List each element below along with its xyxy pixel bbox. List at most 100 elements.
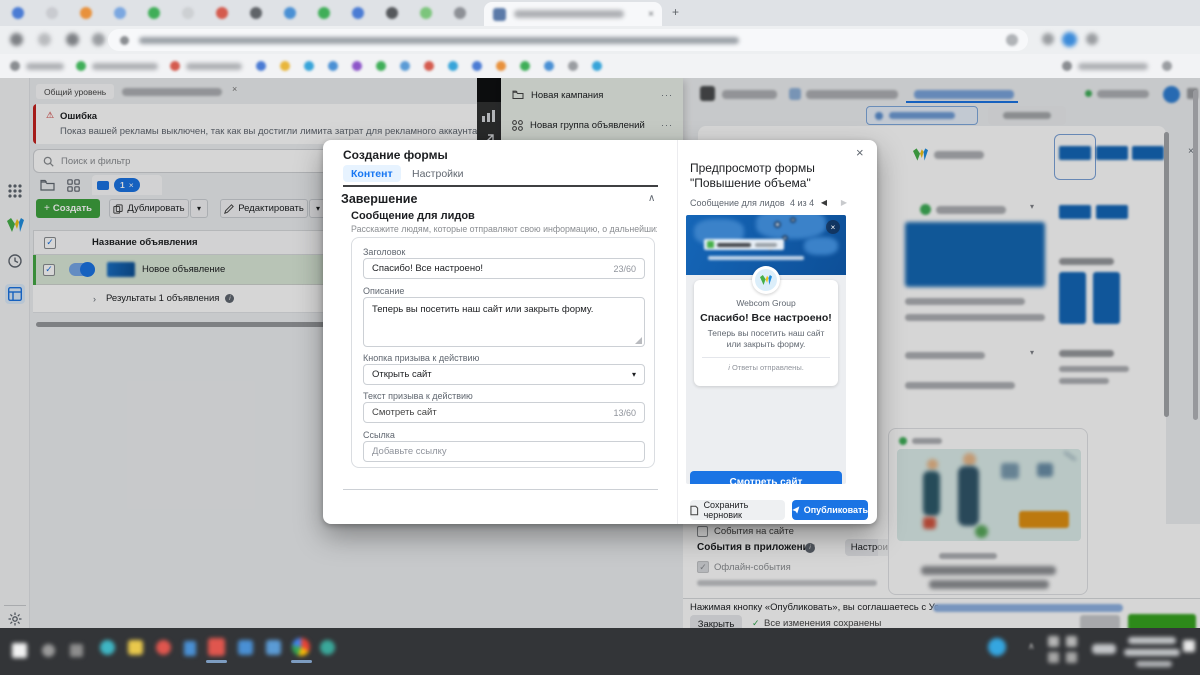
taskbar-chrome-icon-active[interactable] <box>292 638 310 656</box>
tray-language-blurred[interactable] <box>1092 644 1116 654</box>
tray-icon[interactable] <box>1048 636 1059 647</box>
bookmark-favicon[interactable] <box>1062 61 1072 71</box>
browser-tab[interactable] <box>114 7 126 19</box>
taskbar-app-icon[interactable] <box>184 641 196 656</box>
bookmark-star-icon[interactable] <box>1006 34 1018 46</box>
tray-icon[interactable] <box>1066 636 1077 647</box>
taskbar-app-icon[interactable] <box>156 640 171 655</box>
card-divider <box>702 357 830 358</box>
taskbar-app-icon[interactable] <box>128 640 143 655</box>
save-draft-button[interactable]: Сохранить черновик <box>690 500 785 520</box>
tray-telegram-icon[interactable] <box>988 638 1006 656</box>
browser-tab[interactable] <box>80 7 92 19</box>
bookmark-label-blurred[interactable] <box>92 63 158 70</box>
browser-tab[interactable] <box>454 7 466 19</box>
task-view-icon[interactable] <box>70 644 83 657</box>
action-center-icon[interactable] <box>1183 640 1195 652</box>
menu-kebab-icon[interactable] <box>1086 33 1098 45</box>
preview-prev-button[interactable]: ◀ <box>816 195 832 210</box>
back-icon[interactable] <box>10 33 23 46</box>
active-app-underline <box>291 660 312 663</box>
tab-settings[interactable]: Настройки <box>412 168 464 180</box>
browser-tab[interactable] <box>216 7 228 19</box>
browser-tab[interactable] <box>352 7 364 19</box>
browser-tab[interactable] <box>46 7 58 19</box>
collapse-chevron-icon[interactable]: ∧ <box>648 193 655 204</box>
bookmark-favicon[interactable] <box>256 61 266 71</box>
forward-icon[interactable] <box>38 33 51 46</box>
tray-icon[interactable] <box>1048 652 1059 663</box>
headline-label: Заголовок <box>363 247 405 257</box>
bookmark-favicon[interactable] <box>170 61 180 71</box>
browser-tab[interactable] <box>318 7 330 19</box>
tray-clock-extra-blurred <box>1136 661 1172 667</box>
browser-tab[interactable] <box>148 7 160 19</box>
bookmark-favicon[interactable] <box>1162 61 1172 71</box>
bookmark-favicon[interactable] <box>472 61 482 71</box>
description-textarea[interactable]: Теперь вы посетить наш сайт или закрыть … <box>363 297 645 347</box>
headline-input[interactable]: Спасибо! Все настроено! 23/60 <box>363 258 645 279</box>
bookmark-favicon[interactable] <box>10 61 20 71</box>
completion-card: Заголовок Спасибо! Все настроено! 23/60 … <box>351 237 655 468</box>
bookmark-label-blurred[interactable] <box>26 63 64 70</box>
bookmark-favicon[interactable] <box>544 61 554 71</box>
document-icon <box>690 505 699 516</box>
start-button-icon[interactable] <box>12 643 27 658</box>
browser-tab[interactable] <box>386 7 398 19</box>
browser-tab[interactable] <box>420 7 432 19</box>
publish-button[interactable]: Опубликовать <box>792 500 868 520</box>
browser-tab-active[interactable]: × <box>484 2 662 26</box>
preview-view-site-button[interactable]: Смотреть сайт <box>690 471 842 484</box>
bookmark-favicon[interactable] <box>520 61 530 71</box>
paper-plane-icon <box>792 505 800 515</box>
bookmark-favicon[interactable] <box>496 61 506 71</box>
modal-close-icon[interactable]: × <box>856 145 864 160</box>
home-icon[interactable] <box>92 33 105 46</box>
browser-tab[interactable] <box>182 7 194 19</box>
tab-close-icon[interactable]: × <box>648 9 654 20</box>
taskbar-app-icon[interactable] <box>238 640 253 655</box>
browser-tab[interactable] <box>284 7 296 19</box>
bookmark-favicon[interactable] <box>352 61 362 71</box>
tray-icon[interactable] <box>1066 652 1077 663</box>
group-description: Расскажите людям, которые отправляют сво… <box>351 224 657 234</box>
cover-close-icon[interactable]: × <box>826 220 840 234</box>
reading-list-label-blurred[interactable] <box>1078 63 1148 70</box>
taskbar-search-icon[interactable] <box>42 644 55 657</box>
taskbar-app-icon[interactable] <box>266 640 281 655</box>
cta-button-select[interactable]: Открыть сайт ▾ <box>363 364 645 385</box>
taskbar-app-icon[interactable] <box>100 640 115 655</box>
cta-text-counter: 13/60 <box>613 408 636 418</box>
taskbar-app-icon[interactable] <box>320 640 335 655</box>
bookmark-favicon[interactable] <box>76 61 86 71</box>
cta-text-input[interactable]: Смотреть сайт 13/60 <box>363 402 645 423</box>
bookmark-favicon[interactable] <box>592 61 602 71</box>
reload-icon[interactable] <box>66 33 79 46</box>
preview-next-button[interactable]: ▶ <box>836 195 852 210</box>
extension-icon[interactable] <box>1042 33 1054 45</box>
bookmark-favicon[interactable] <box>400 61 410 71</box>
browser-tab[interactable] <box>250 7 262 19</box>
preview-sent-note: i Ответы отправлены. <box>694 363 838 372</box>
bookmark-favicon[interactable] <box>280 61 290 71</box>
browser-tab[interactable] <box>12 7 24 19</box>
tab-content[interactable]: Контент <box>343 165 401 182</box>
tabs-divider <box>343 185 658 187</box>
bookmark-favicon[interactable] <box>328 61 338 71</box>
select-caret-icon: ▾ <box>632 370 636 379</box>
profile-avatar[interactable] <box>1062 32 1077 47</box>
taskbar-app-icon-active[interactable] <box>208 638 225 656</box>
link-input[interactable]: Добавьте ссылку <box>363 441 645 462</box>
bookmark-favicon[interactable] <box>304 61 314 71</box>
bookmark-favicon[interactable] <box>376 61 386 71</box>
tray-expand-icon[interactable]: ∧ <box>1028 641 1035 652</box>
form-logo-circle <box>752 266 780 294</box>
bookmark-favicon[interactable] <box>424 61 434 71</box>
new-tab-button[interactable]: + <box>672 5 679 19</box>
bookmark-favicon[interactable] <box>568 61 578 71</box>
resize-handle[interactable] <box>635 337 642 344</box>
bookmark-favicon[interactable] <box>448 61 458 71</box>
address-bar[interactable] <box>108 29 1028 51</box>
bookmark-label-blurred[interactable] <box>186 63 242 70</box>
preview-brand: Webcom Group <box>694 298 838 308</box>
